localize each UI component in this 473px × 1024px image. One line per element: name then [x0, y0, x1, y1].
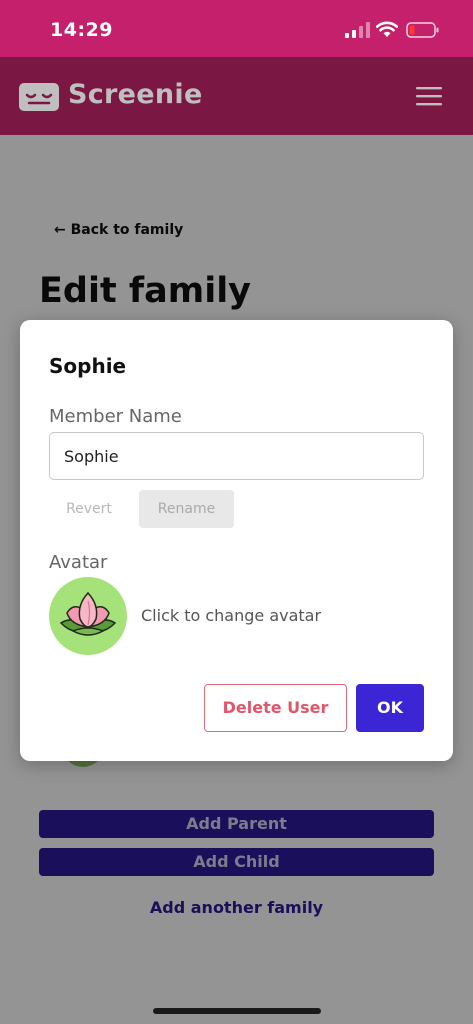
- dialog-title: Sophie: [49, 354, 127, 378]
- delete-user-button[interactable]: Delete User: [204, 684, 347, 732]
- cellular-signal-icon: [345, 22, 370, 38]
- status-bar: 14:29: [0, 0, 473, 57]
- avatar-label: Avatar: [49, 552, 108, 573]
- member-name-label: Member Name: [49, 406, 182, 427]
- change-avatar-hint[interactable]: Click to change avatar: [141, 606, 321, 625]
- lotus-flower-icon: [59, 591, 117, 636]
- hamburger-menu-icon[interactable]: [416, 86, 442, 106]
- member-name-input[interactable]: [49, 432, 424, 480]
- home-indicator[interactable]: [153, 1008, 321, 1014]
- ok-button[interactable]: OK: [356, 684, 424, 732]
- sleepy-face-icon[interactable]: [19, 83, 59, 111]
- rename-button[interactable]: Rename: [139, 490, 234, 528]
- app-title[interactable]: Screenie: [68, 79, 203, 110]
- wifi-icon: [376, 21, 398, 37]
- revert-button[interactable]: Revert: [49, 490, 129, 528]
- edit-member-dialog: Sophie Member Name Revert Rename Avatar …: [20, 320, 453, 761]
- avatar-picker[interactable]: [49, 577, 127, 655]
- status-time: 14:29: [50, 19, 113, 41]
- app-bar: Screenie: [0, 57, 473, 135]
- battery-icon: [406, 22, 439, 38]
